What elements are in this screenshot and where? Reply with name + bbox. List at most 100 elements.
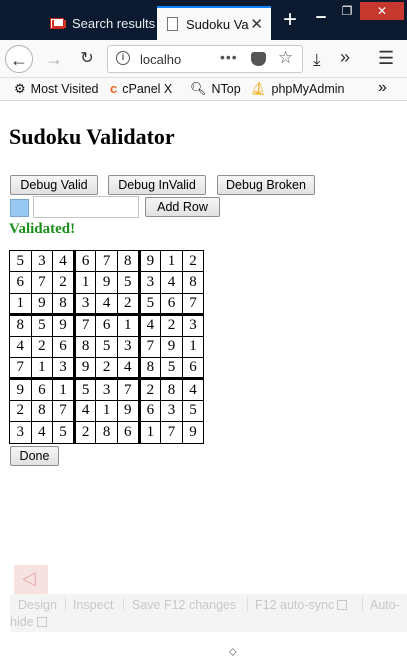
sudoku-cell: 4: [160, 271, 183, 294]
sudoku-cell: 4: [95, 292, 118, 316]
sudoku-cell: 5: [52, 421, 75, 444]
window-close-button[interactable]: ✕: [360, 2, 404, 20]
row-input[interactable]: [33, 196, 139, 218]
bookmarks-overflow-icon[interactable]: »: [378, 79, 387, 97]
divider: [362, 597, 363, 611]
sudoku-cell: 4: [9, 335, 32, 358]
sudoku-row: 961537284: [9, 377, 205, 401]
reload-button[interactable]: ↻: [73, 45, 101, 73]
sudoku-row: 859761423: [9, 313, 205, 337]
gear-icon: ⚙: [14, 81, 26, 96]
back-button[interactable]: ←: [5, 45, 33, 73]
debug-valid-button[interactable]: Debug Valid: [10, 175, 98, 195]
sudoku-cell: 9: [9, 377, 32, 401]
sudoku-cell: 9: [160, 335, 183, 358]
sudoku-cell: 8: [116, 249, 140, 273]
sudoku-cell: 8: [72, 335, 97, 358]
autosync-checkbox[interactable]: [337, 600, 348, 610]
sudoku-cell: 5: [116, 271, 140, 294]
info-icon[interactable]: i: [116, 51, 130, 65]
sudoku-cell: 8: [160, 377, 183, 401]
visual-studio-icon: [14, 565, 48, 595]
sudoku-cell: 8: [52, 292, 75, 316]
sudoku-cell: 6: [52, 335, 75, 358]
autosync-toggle[interactable]: F12 auto-sync: [255, 598, 348, 612]
sudoku-cell: 3: [52, 356, 75, 380]
forward-button[interactable]: →: [40, 45, 68, 73]
maximize-button[interactable]: ❐: [334, 2, 360, 20]
debug-broken-button[interactable]: Debug Broken: [217, 175, 315, 195]
divider: [65, 597, 66, 611]
sudoku-cell: 4: [116, 356, 140, 380]
bookmark-cpanel[interactable]: c cPanel X: [110, 81, 172, 96]
sudoku-cell: 4: [137, 313, 162, 337]
sudoku-cell: 3: [9, 421, 32, 444]
add-row-button[interactable]: Add Row: [145, 197, 220, 217]
sudoku-cell: 1: [30, 356, 54, 380]
sudoku-cell: 5: [137, 292, 162, 316]
close-tab-icon[interactable]: ✕: [250, 15, 263, 33]
autohide-checkbox[interactable]: [36, 617, 47, 627]
debug-invalid-button[interactable]: Debug InValid: [108, 175, 206, 195]
bookmark-ntop[interactable]: 🔍︎ NTop: [190, 81, 241, 97]
divider: [123, 597, 124, 611]
dev-toolbar: Design Inspect Save F12 changes F12 auto…: [10, 594, 407, 632]
sudoku-row: 345286179: [9, 421, 205, 444]
sudoku-cell: 7: [181, 292, 205, 316]
color-swatch[interactable]: [10, 199, 29, 217]
inspect-button[interactable]: Inspect: [73, 598, 113, 612]
sudoku-cell: 3: [116, 335, 140, 358]
bookmarks-bar: ⚙ Most Visited c cPanel X 🔍︎ NTop ⛵︎ php…: [0, 78, 407, 101]
autohide-toggle[interactable]: hide: [10, 615, 47, 629]
page-actions-icon[interactable]: •••: [220, 49, 238, 65]
bookmark-star-icon[interactable]: ☆: [278, 48, 293, 68]
tab-search-results[interactable]: Search results: [40, 6, 156, 40]
sudoku-cell: 1: [160, 249, 183, 273]
sudoku-cell: 3: [30, 249, 54, 273]
sudoku-cell: 1: [137, 421, 162, 444]
bookmark-phpmyadmin[interactable]: ⛵︎ phpMyAdmin: [250, 81, 344, 97]
pma-icon: ⛵︎: [250, 81, 267, 96]
sudoku-cell: 6: [72, 249, 97, 273]
bookmark-label: cPanel X: [122, 81, 173, 96]
sudoku-cell: 5: [72, 377, 97, 401]
new-tab-button[interactable]: +: [278, 8, 302, 34]
sudoku-cell: 9: [137, 249, 162, 273]
design-button[interactable]: Design: [18, 598, 57, 612]
sudoku-cell: 1: [116, 313, 140, 337]
validation-status: Validated!: [9, 221, 76, 237]
pocket-icon[interactable]: [251, 52, 266, 66]
sudoku-cell: 8: [9, 313, 32, 337]
done-button[interactable]: Done: [10, 446, 59, 466]
sudoku-cell: 6: [160, 292, 183, 316]
sudoku-cell: 7: [72, 313, 97, 337]
autohide-label: hide: [10, 615, 34, 629]
url-text[interactable]: localho: [140, 52, 190, 67]
sudoku-cell: 1: [52, 377, 75, 401]
tab-sudoku-validator[interactable]: Sudoku Va ✕: [157, 6, 271, 40]
address-bar[interactable]: i localho ••• ☆: [107, 45, 303, 73]
download-icon[interactable]: ⤓: [313, 50, 321, 70]
sudoku-row: 426853791: [9, 335, 205, 358]
bookmark-most-visited[interactable]: ⚙ Most Visited: [14, 81, 99, 97]
sudoku-cell: 3: [137, 271, 162, 294]
overflow-chevron-icon[interactable]: »: [340, 47, 350, 68]
sudoku-cell: 5: [30, 313, 54, 337]
sudoku-cell: 5: [95, 335, 118, 358]
sudoku-cell: 9: [181, 421, 205, 444]
sudoku-cell: 1: [9, 292, 32, 316]
minimize-button[interactable]: ▁: [308, 2, 334, 20]
sudoku-cell: 7: [116, 377, 140, 401]
sudoku-cell: 7: [95, 249, 118, 273]
autosync-label: F12 auto-sync: [255, 598, 335, 612]
save-f12-changes-button[interactable]: Save F12 changes: [132, 598, 236, 612]
resize-grip-icon[interactable]: ⬦: [229, 646, 237, 659]
navigation-bar: ← → ↻ i localho ••• ☆ ⤓ » ☰: [0, 40, 407, 78]
hamburger-menu-icon[interactable]: ☰: [378, 48, 394, 69]
sudoku-cell: 3: [72, 292, 97, 316]
sudoku-cell: 6: [9, 271, 32, 294]
sudoku-cell: 2: [137, 377, 162, 401]
sudoku-cell: 5: [160, 356, 183, 380]
sudoku-cell: 9: [52, 313, 75, 337]
bookmark-label: NTop: [211, 82, 241, 96]
